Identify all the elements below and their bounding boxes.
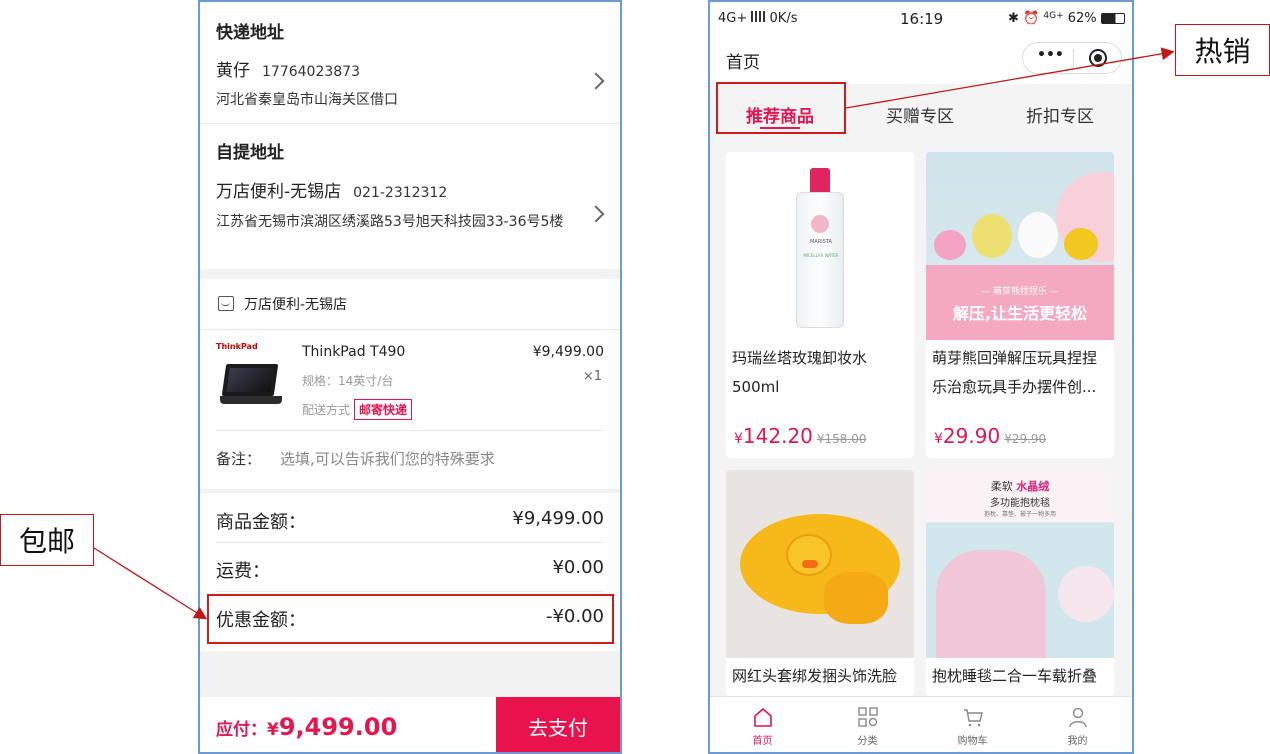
annotation-arrows — [93, 47, 1175, 620]
arrow-free-shipping — [93, 547, 208, 620]
arrow-hot-sale — [845, 47, 1175, 109]
